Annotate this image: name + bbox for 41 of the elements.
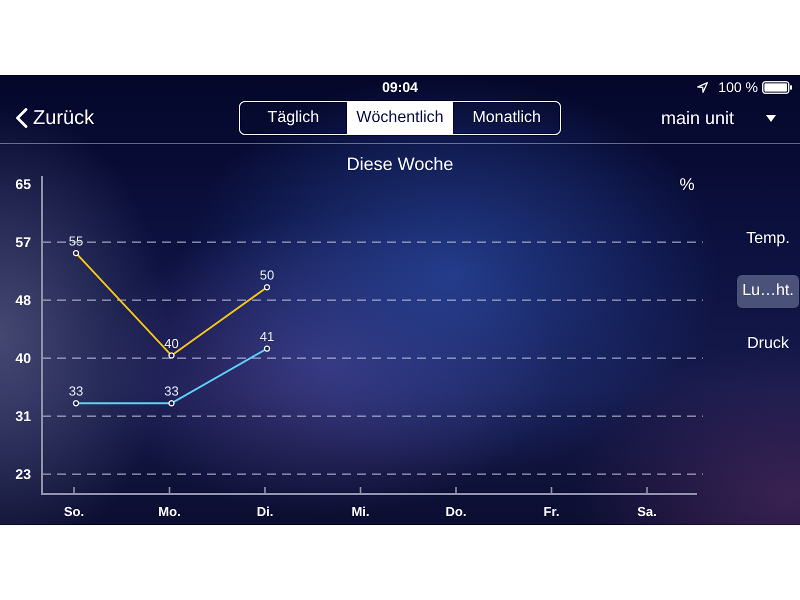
y-axis-label: 23 <box>15 466 31 482</box>
x-axis-label: Sa. <box>637 504 657 519</box>
period-tab[interactable]: Täglich <box>240 102 347 134</box>
y-axis-label: 48 <box>15 292 31 308</box>
data-point <box>264 346 270 352</box>
data-point <box>168 400 175 406</box>
data-point <box>264 284 270 290</box>
status-time: 09:04 <box>382 79 418 95</box>
y-axis-label: 40 <box>15 350 31 366</box>
x-axis-label: Mi. <box>351 504 370 519</box>
x-axis-label: Di. <box>256 504 274 519</box>
x-axis-label: Do. <box>446 504 466 519</box>
measure-option[interactable]: Lu…ht. <box>737 274 799 308</box>
battery-percentage: 100 % <box>718 79 758 95</box>
y-axis-label: 57 <box>15 234 31 250</box>
y-axis-label: 65 <box>15 176 31 192</box>
caret-down-icon <box>766 114 776 122</box>
data-label: 33 <box>164 384 179 399</box>
axis-unit-label: % <box>679 176 695 194</box>
data-point <box>72 400 80 406</box>
measure-option[interactable]: Druck <box>742 327 794 360</box>
data-label: 33 <box>68 384 84 399</box>
chart-title: Diese Woche <box>346 154 454 176</box>
period-tab[interactable]: Wöchentlich <box>346 102 454 134</box>
chevron-left-icon <box>15 108 28 128</box>
measure-option[interactable]: Temp. <box>741 222 795 255</box>
location-arrow-icon <box>697 82 708 92</box>
period-tab[interactable]: Monatlich <box>453 102 560 134</box>
data-point <box>168 352 175 359</box>
data-label: 40 <box>164 336 179 351</box>
segmented-control[interactable]: Täglich Wöchentlich Monatlich <box>239 101 561 135</box>
battery-icon <box>762 80 792 94</box>
x-axis-label: Fr. <box>544 504 560 519</box>
data-label: 50 <box>260 268 274 283</box>
unit-dropdown[interactable]: main unit <box>660 106 776 130</box>
back-button[interactable]: Zurück <box>15 106 96 130</box>
data-label: 41 <box>260 329 274 344</box>
y-axis-label: 31 <box>15 408 31 424</box>
x-axis-label: Mo. <box>158 504 181 519</box>
data-point <box>72 250 80 256</box>
x-axis-label: So. <box>64 504 84 519</box>
